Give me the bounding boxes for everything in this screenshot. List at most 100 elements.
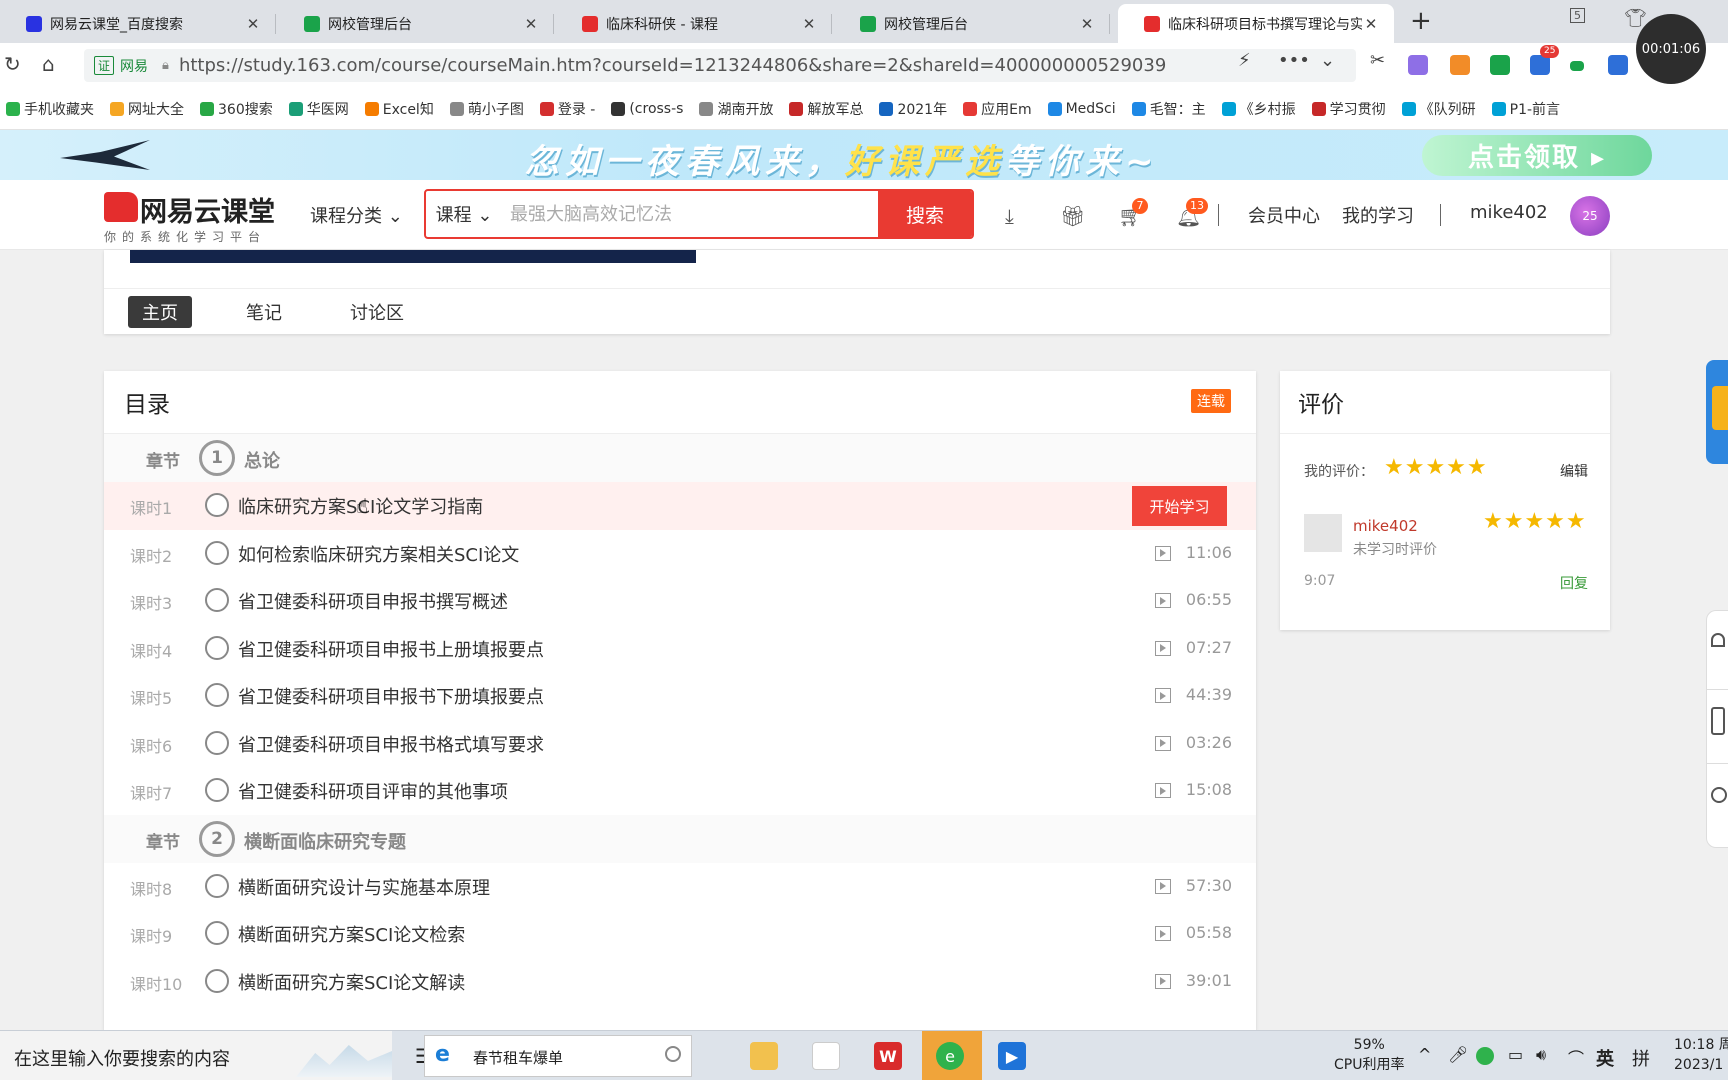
lesson-title[interactable]: 横断面研究方案SCI论文解读	[238, 969, 465, 995]
clock[interactable]: 10:18 周 2023/1	[1674, 1035, 1728, 1075]
browser-tab[interactable]: 网校管理后台 ✕	[278, 4, 554, 43]
wifi-icon[interactable]: ⌒	[1568, 1045, 1584, 1069]
my-learning-link[interactable]: 我的学习	[1342, 202, 1414, 228]
bookmark-item[interactable]: 萌小子图	[449, 99, 524, 119]
promo-banner[interactable]: 忽如一夜春风来，好课严选等你来~ 点击领取 ▸	[0, 130, 1728, 180]
bookmark-item[interactable]: 《队列研	[1401, 99, 1476, 119]
search-type-select[interactable]: 课程 ⌄	[426, 191, 502, 237]
bookmark-item[interactable]: (cross-s	[611, 101, 683, 117]
more-icon[interactable]: •••	[1278, 50, 1310, 71]
phone-icon[interactable]	[1711, 707, 1725, 735]
microphone-icon[interactable]: 🎤︎	[1448, 1045, 1468, 1064]
member-center-link[interactable]: 会员中心	[1248, 202, 1320, 228]
reviewer-name[interactable]: mike402	[1353, 517, 1418, 535]
lesson-row[interactable]: 课时7 省卫健委科研项目评审的其他事项 15:08	[104, 767, 1256, 815]
taskbar-search[interactable]: 在这里输入你要搜索的内容	[0, 1031, 392, 1080]
url-field[interactable]: 证 网易 🔒︎ https://study.163.com/course/cou…	[84, 49, 1356, 82]
lesson-row[interactable]: 课时3 省卫健委科研项目申报书撰写概述 06:55	[104, 577, 1256, 625]
chevron-down-icon[interactable]: ⌄	[1320, 50, 1335, 71]
lesson-title[interactable]: 省卫健委科研项目申报书下册填报要点	[238, 683, 544, 709]
bookmark-item[interactable]: P1-前言	[1491, 99, 1560, 119]
bookmark-item[interactable]: MedSci	[1047, 101, 1116, 117]
url-text[interactable]: https://study.163.com/course/courseMain.…	[179, 55, 1166, 76]
bookmark-item[interactable]: 学习贯彻	[1311, 99, 1386, 119]
search-button[interactable]: 搜索	[878, 191, 972, 237]
search-input[interactable]	[502, 191, 878, 237]
start-learning-button[interactable]: 开始学习	[1132, 486, 1227, 526]
lesson-row[interactable]: 课时4 省卫健委科研项目申报书上册填报要点 07:27	[104, 625, 1256, 673]
lesson-title[interactable]: 省卫健委科研项目申报书撰写概述	[238, 588, 508, 614]
lesson-row[interactable]: 课时1 临床研究方案SCI论文学习指南 开始学习	[104, 482, 1256, 530]
baidu-netdisk-icon[interactable]	[812, 1042, 840, 1070]
browser-360-icon[interactable]: e	[936, 1042, 964, 1070]
lesson-row[interactable]: 课时5 省卫健委科研项目申报书下册填报要点 44:39	[104, 672, 1256, 720]
lesson-row[interactable]: 课时6 省卫健委科研项目申报书格式填写要求 03:26	[104, 720, 1256, 768]
close-icon[interactable]: ✕	[244, 15, 262, 33]
close-icon[interactable]: ✕	[1078, 15, 1096, 33]
ime-mode[interactable]: 拼	[1632, 1045, 1650, 1071]
gift-icon[interactable]: 🎁︎	[1060, 204, 1085, 228]
lesson-row[interactable]: 课时2 如何检索临床研究方案相关SCI论文 11:06	[104, 530, 1256, 578]
lock-icon[interactable]: 🔒︎	[162, 58, 169, 73]
category-menu[interactable]: 课程分类 ⌄	[310, 202, 403, 228]
avatar[interactable]: 25	[1570, 196, 1610, 236]
reply-link[interactable]: 回复	[1560, 573, 1588, 593]
bookmark-item[interactable]: 手机收藏夹	[6, 99, 94, 119]
tab-count-icon[interactable]: 5	[1570, 8, 1585, 23]
clock-icon[interactable]	[1711, 787, 1727, 803]
security-icon[interactable]	[1476, 1047, 1494, 1065]
course-tab[interactable]: 主页	[128, 296, 192, 328]
my-rating-stars[interactable]: ★★★★★	[1384, 455, 1488, 480]
bookmark-item[interactable]: 2021年	[879, 99, 947, 119]
taskbar-task[interactable]: e 春节租车爆单	[424, 1035, 692, 1077]
close-icon[interactable]: ✕	[800, 15, 818, 33]
bell-icon[interactable]: 🔔︎ 13	[1176, 198, 1208, 228]
recorder-icon[interactable]: ▶︎	[998, 1042, 1026, 1070]
chapter-row[interactable]: 章节 1 总论	[104, 434, 1256, 482]
close-icon[interactable]: ✕	[522, 15, 540, 33]
mascot-widget[interactable]	[1706, 360, 1728, 464]
translate-ext-icon[interactable]	[1408, 55, 1428, 75]
bookmark-item[interactable]: 湖南开放	[699, 99, 773, 119]
tray-chevron-icon[interactable]: ^	[1418, 1045, 1431, 1064]
bookmark-item[interactable]: Excel知	[364, 99, 434, 119]
lesson-title[interactable]: 省卫健委科研项目评审的其他事项	[238, 778, 508, 804]
lesson-title[interactable]: 省卫健委科研项目申报书上册填报要点	[238, 636, 544, 662]
bookmark-item[interactable]: 解放军总	[789, 99, 863, 119]
lesson-row[interactable]: 课时9 横断面研究方案SCI论文检索 05:58	[104, 910, 1256, 958]
edit-review-link[interactable]: 编辑	[1560, 461, 1588, 481]
bookmark-item[interactable]: 360搜索	[200, 99, 273, 119]
username-link[interactable]: mike402	[1470, 202, 1548, 223]
bookmark-item[interactable]: 毛智：主	[1131, 99, 1206, 119]
scissors-icon[interactable]: ✂︎	[1370, 50, 1385, 71]
wechat-ext-icon[interactable]	[1490, 55, 1510, 75]
new-tab-button[interactable]: +	[1410, 6, 1432, 36]
lesson-title[interactable]: 省卫健委科研项目申报书格式填写要求	[238, 731, 544, 757]
cart-icon[interactable]: 🛒︎ 7	[1118, 198, 1148, 228]
reload-icon[interactable]: ↻	[4, 52, 21, 76]
home-icon[interactable]: ⌂	[42, 52, 55, 76]
puzzle-ext-icon[interactable]: 25	[1530, 45, 1560, 75]
bookmark-item[interactable]: 华医网	[288, 99, 349, 119]
wps-icon[interactable]: W	[874, 1042, 902, 1070]
lesson-title[interactable]: 横断面研究设计与实施基本原理	[238, 874, 490, 900]
ime-lang[interactable]: 英	[1596, 1045, 1614, 1071]
volume-icon[interactable]: 🔊︎	[1536, 1045, 1546, 1065]
tool-ext-icon[interactable]	[1608, 55, 1628, 75]
recording-timer[interactable]: 00:01:06	[1636, 14, 1706, 84]
browser-tab[interactable]: 网校管理后台 ✕	[834, 4, 1110, 43]
lesson-title[interactable]: 横断面研究方案SCI论文检索	[238, 921, 465, 947]
flag-ext-icon[interactable]	[1570, 61, 1584, 71]
bookmark-item[interactable]: 《乡村振	[1221, 99, 1296, 119]
bookmark-item[interactable]: 应用Em	[963, 99, 1032, 119]
game-ext-icon[interactable]	[1450, 55, 1470, 75]
browser-tab[interactable]: 网易云课堂_百度搜索 ✕	[0, 4, 276, 43]
close-icon[interactable]: ✕	[1362, 15, 1380, 33]
browser-tab[interactable]: 临床科研项目标书撰写理论与实 ✕	[1118, 4, 1394, 43]
browser-tab[interactable]: 临床科研侠 - 课程 ✕	[556, 4, 832, 43]
battery-icon[interactable]: ▭	[1508, 1045, 1523, 1064]
course-tab[interactable]: 笔记	[232, 296, 296, 328]
bookmark-item[interactable]: 登录 -	[539, 99, 595, 119]
lesson-row[interactable]: 课时10 横断面研究方案SCI论文解读 39:01	[104, 958, 1256, 1006]
headset-icon[interactable]	[1711, 633, 1725, 647]
